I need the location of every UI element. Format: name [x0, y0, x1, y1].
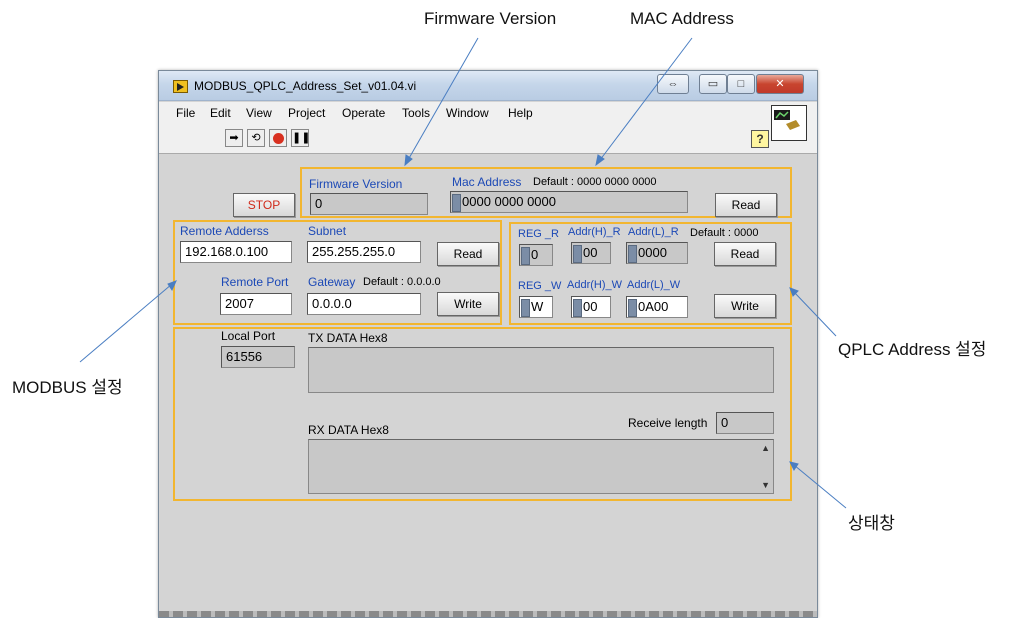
- menu-operate[interactable]: Operate: [342, 106, 385, 120]
- remote-address-label: Remote Adderss: [180, 224, 269, 238]
- labview-vi-icon: [173, 80, 188, 93]
- menu-view[interactable]: View: [246, 106, 272, 120]
- callout-modbus-settings: MODBUS 설정: [12, 378, 123, 397]
- scroll-down-icon[interactable]: ▼: [761, 480, 770, 490]
- reg-w-label: REG _W: [518, 280, 562, 292]
- callout-mac-address: MAC Address: [630, 9, 734, 28]
- tx-data-field: [308, 347, 774, 393]
- maximize-button[interactable]: □: [727, 74, 755, 94]
- toolbar: ➡ ⟲ ❚❚ ?: [159, 124, 817, 154]
- addr-l-r-label: Addr(L)_R: [628, 226, 679, 238]
- addr-l-w-field[interactable]: 0A00: [626, 296, 688, 318]
- window-status-bar: [159, 611, 817, 617]
- modbus-read-button[interactable]: Read: [437, 242, 499, 266]
- addr-l-r-field[interactable]: 0000: [626, 242, 688, 264]
- addr-h-w-field[interactable]: 00: [571, 296, 611, 318]
- qplc-write-button[interactable]: Write: [714, 294, 776, 318]
- remote-port-input[interactable]: 2007: [220, 293, 292, 315]
- local-port-field: 61556: [221, 346, 295, 368]
- rx-data-field[interactable]: ▲ ▼: [308, 439, 774, 494]
- firmware-version-label: Firmware Version: [309, 177, 403, 191]
- menu-edit[interactable]: Edit: [210, 106, 231, 120]
- addr-l-w-label: Addr(L)_W: [627, 279, 681, 291]
- gateway-label: Gateway: [308, 275, 356, 289]
- restore-window-icon[interactable]: ⇔: [657, 74, 689, 94]
- front-panel: STOP Firmware Version 0 Mac Address Defa…: [159, 155, 817, 617]
- menu-bar: File Edit View Project Operate Tools Win…: [159, 102, 817, 124]
- vi-icon-graphic: [774, 110, 800, 130]
- receive-length-label: Receive length: [628, 416, 708, 430]
- menu-project[interactable]: Project: [288, 106, 325, 120]
- close-button[interactable]: ✕: [756, 74, 804, 94]
- window-title: MODBUS_QPLC_Address_Set_v01.04.vi: [194, 79, 417, 93]
- menu-help[interactable]: Help: [508, 106, 533, 120]
- addr-h-r-label: Addr(H)_R: [568, 226, 621, 238]
- firmware-read-button[interactable]: Read: [715, 193, 777, 217]
- status-window-group: Local Port 61556 TX DATA Hex8 Receive le…: [173, 327, 792, 501]
- modbus-write-button[interactable]: Write: [437, 292, 499, 316]
- vi-connector-icon: [771, 105, 807, 141]
- firmware-mac-group: Firmware Version 0 Mac Address Default :…: [300, 167, 792, 218]
- receive-length-field: 0: [716, 412, 774, 434]
- gateway-input[interactable]: 0.0.0.0: [307, 293, 421, 315]
- vi-icon-probe: [786, 120, 800, 130]
- mac-default-label: Default : 0000 0000 0000: [533, 176, 657, 188]
- title-bar[interactable]: MODBUS_QPLC_Address_Set_v01.04.vi ⇔ ▭ □ …: [159, 71, 817, 101]
- remote-port-label: Remote Port: [221, 275, 289, 289]
- callout-status-window: 상태창: [848, 514, 895, 533]
- callout-firmware-version: Firmware Version: [424, 9, 557, 28]
- firmware-version-field: 0: [310, 193, 428, 215]
- subnet-input[interactable]: 255.255.255.0: [307, 241, 421, 263]
- qplc-default-label: Default : 0000: [690, 227, 759, 239]
- qplc-address-group: REG _R 0 Addr(H)_R 00 Addr(L)_R 0000 Def…: [509, 222, 792, 325]
- context-help-icon[interactable]: ?: [751, 130, 769, 148]
- menu-file[interactable]: File: [176, 106, 195, 120]
- pause-icon[interactable]: ❚❚: [291, 129, 310, 147]
- minimize-button[interactable]: ▭: [699, 74, 727, 94]
- scroll-up-icon[interactable]: ▲: [761, 443, 770, 453]
- mac-address-label: Mac Address: [452, 175, 522, 189]
- subnet-label: Subnet: [308, 224, 347, 238]
- addr-h-w-label: Addr(H)_W: [567, 279, 623, 291]
- app-window: MODBUS_QPLC_Address_Set_v01.04.vi ⇔ ▭ □ …: [158, 70, 818, 618]
- tx-data-label: TX DATA Hex8: [308, 331, 388, 345]
- menu-tools[interactable]: Tools: [402, 106, 430, 120]
- qplc-read-button[interactable]: Read: [714, 242, 776, 266]
- abort-icon[interactable]: [269, 129, 287, 147]
- stop-button[interactable]: STOP: [233, 193, 295, 217]
- menu-window[interactable]: Window: [446, 106, 489, 120]
- addr-h-r-field[interactable]: 00: [571, 242, 611, 264]
- remote-address-input[interactable]: 192.168.0.100: [180, 241, 292, 263]
- rx-data-label: RX DATA Hex8: [308, 423, 389, 437]
- local-port-label: Local Port: [221, 329, 276, 343]
- reg-r-field[interactable]: 0: [519, 244, 553, 266]
- reg-r-label: REG _R: [518, 228, 559, 240]
- mac-address-field[interactable]: 0000 0000 0000: [450, 191, 688, 213]
- callout-qplc-address-settings: QPLC Address 설정: [838, 340, 987, 359]
- reg-w-field[interactable]: W: [519, 296, 553, 318]
- run-continuous-icon[interactable]: ⟲: [247, 129, 265, 147]
- modbus-settings-group: Remote Adderss 192.168.0.100 Subnet 255.…: [173, 220, 502, 325]
- run-arrow-icon[interactable]: ➡: [225, 129, 243, 147]
- gateway-default-label: Default : 0.0.0.0: [363, 276, 441, 288]
